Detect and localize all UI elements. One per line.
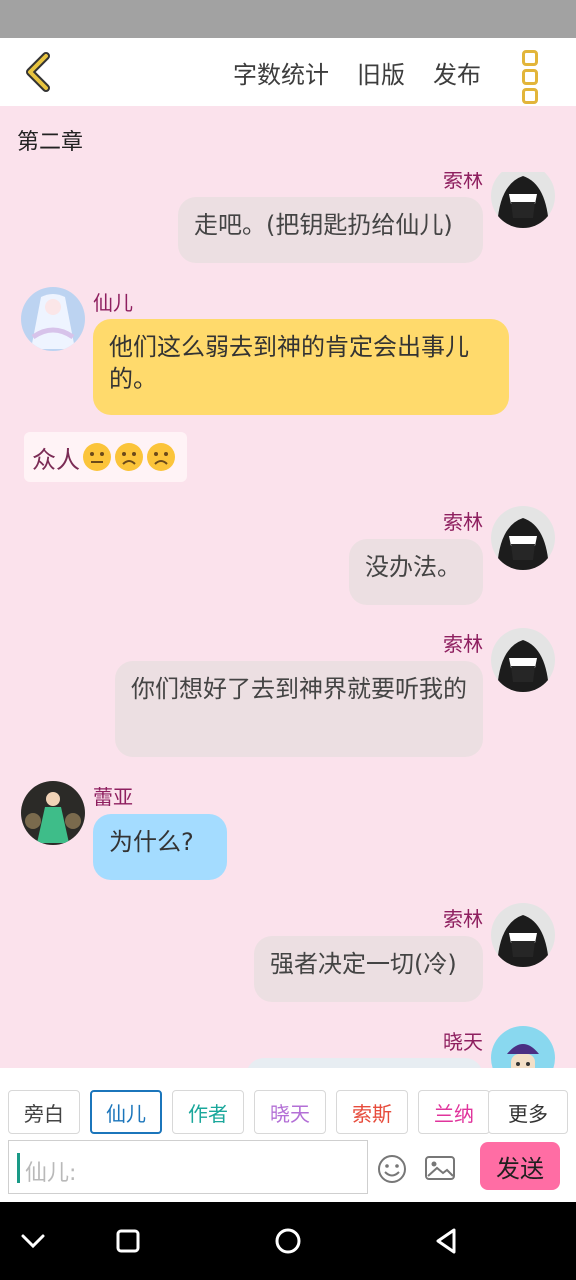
avatar-soren[interactable]: [491, 628, 555, 692]
role-lanna[interactable]: 兰纳: [418, 1090, 490, 1134]
chapter-title: 第二章: [17, 130, 84, 155]
back-arrow-icon[interactable]: [20, 52, 60, 92]
more-menu-icon[interactable]: [522, 50, 538, 104]
message-bubble: 你们想好了去到神界就要听我的: [115, 661, 483, 757]
word-count-button[interactable]: 字数统计: [233, 55, 329, 90]
composer-panel: 旁白 仙儿 作者 晓天 索斯 兰纳 更多 仙儿: 发送: [0, 1068, 576, 1202]
sad-face-icon: [115, 443, 143, 471]
navigation-bar: [0, 1202, 576, 1280]
role-narrator[interactable]: 旁白: [8, 1090, 80, 1134]
message-bubble: 没办法。: [349, 539, 483, 605]
avatar-xianer[interactable]: [21, 287, 85, 351]
narration-text: 众人: [32, 445, 80, 474]
message-bubble: 他们这么弱去到神的肯定会出事儿的。: [93, 319, 509, 415]
avatar-soren[interactable]: [491, 506, 555, 570]
speaker-name: 索林: [443, 510, 483, 534]
message-bubble: 强者决定一切(冷): [254, 936, 483, 1002]
neutral-face-icon: [83, 443, 111, 471]
speaker-name: 蕾亚: [93, 785, 133, 809]
status-bar: [0, 0, 576, 38]
chevron-down-icon[interactable]: [18, 1226, 48, 1256]
text-cursor: [17, 1153, 20, 1183]
old-version-button[interactable]: 旧版: [357, 55, 405, 90]
chat-area[interactable]: 索林 走吧。(把钥匙扔给仙儿) 仙儿 他们这么弱去到神的肯定会出事儿的。 众人 …: [0, 172, 576, 1068]
role-xianer[interactable]: 仙儿: [90, 1090, 162, 1134]
speaker-name: 索林: [443, 907, 483, 931]
role-suosi[interactable]: 索斯: [336, 1090, 408, 1134]
avatar-soren[interactable]: [491, 172, 555, 228]
sad-face-icon: [147, 443, 175, 471]
speaker-name: 晓天: [443, 1030, 483, 1054]
message-bubble: [246, 1058, 483, 1068]
speaker-name: 仙儿: [93, 291, 133, 315]
message-bubble: 为什么?: [93, 814, 227, 880]
home-icon[interactable]: [273, 1226, 303, 1256]
send-button[interactable]: 发送: [480, 1142, 560, 1190]
speaker-name: 索林: [443, 632, 483, 656]
role-author[interactable]: 作者: [172, 1090, 244, 1134]
back-icon[interactable]: [432, 1226, 462, 1256]
publish-button[interactable]: 发布: [433, 55, 481, 90]
input-placeholder: 仙儿:: [25, 1161, 77, 1186]
recent-apps-icon[interactable]: [113, 1226, 143, 1256]
more-roles-button[interactable]: 更多: [488, 1090, 568, 1134]
image-icon[interactable]: [424, 1154, 456, 1182]
message-input[interactable]: 仙儿:: [8, 1140, 368, 1194]
narration-message: 众人: [24, 432, 187, 482]
top-bar: 字数统计 旧版 发布: [0, 38, 576, 106]
avatar-leia[interactable]: [21, 781, 85, 845]
speaker-name: 索林: [443, 172, 483, 192]
role-xiaotian[interactable]: 晓天: [254, 1090, 326, 1134]
top-actions: 字数统计 旧版 发布: [233, 38, 481, 106]
avatar-xiaotian[interactable]: [491, 1026, 555, 1068]
message-bubble: 走吧。(把钥匙扔给仙儿): [178, 197, 483, 263]
avatar-soren[interactable]: [491, 903, 555, 967]
emoji-icon[interactable]: [376, 1153, 408, 1185]
